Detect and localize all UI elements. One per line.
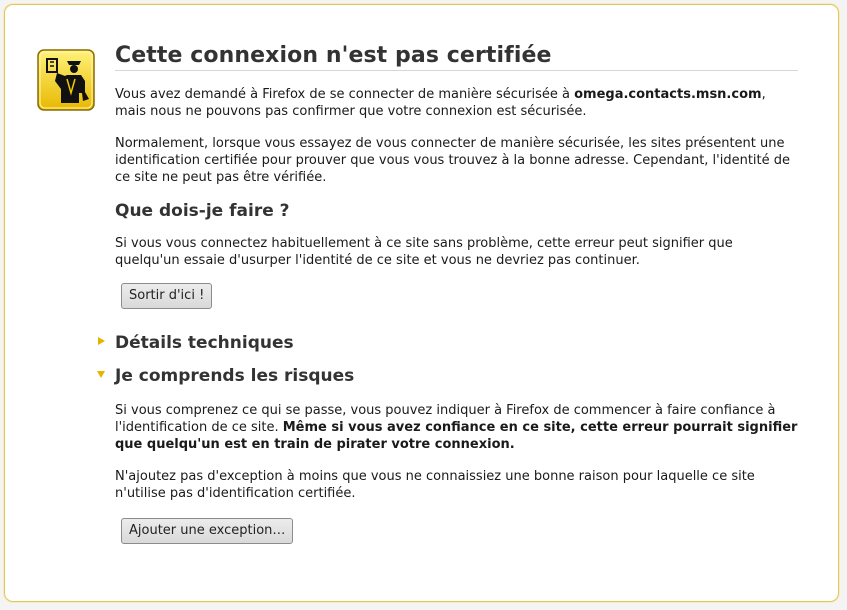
get-me-out-button[interactable]: Sortir d'ici ! [121, 283, 213, 309]
what-to-do-text: Si vous vous connectez habituellement à … [115, 236, 733, 268]
risks-text: Si vous comprenez ce qui se passe, vous … [115, 402, 798, 453]
page-title: Cette connexion n'est pas certifiée [115, 43, 798, 71]
technical-details-heading[interactable]: Détails techniques [115, 333, 798, 353]
understand-risks-heading[interactable]: Je comprends les risques [115, 366, 798, 386]
error-content: Cette connexion n'est pas certifiée Vous… [97, 43, 798, 544]
what-to-do-heading: Que dois-je faire ? [115, 201, 290, 221]
intro-text: Vous avez demandé à Firefox de se connec… [115, 86, 798, 120]
add-exception-button[interactable]: Ajouter une exception… [121, 518, 294, 544]
host-name: omega.contacts.msn.com [574, 87, 762, 102]
intro-text-start: Vous avez demandé à Firefox de se connec… [115, 87, 575, 102]
security-officer-icon [37, 49, 95, 111]
understand-risks-expander[interactable]: Je comprends les risques [97, 366, 798, 386]
triangle-right-icon[interactable] [98, 337, 105, 345]
exception-advice-text: N'ajoutez pas d'exception à moins que vo… [115, 469, 755, 501]
triangle-down-icon[interactable] [97, 371, 105, 378]
technical-details-expander[interactable]: Détails techniques [98, 333, 798, 353]
error-page-container: Cette connexion n'est pas certifiée Vous… [4, 4, 839, 602]
add-exception-row: Ajouter une exception… [121, 518, 798, 544]
leave-button-row: Sortir d'ici ! [121, 283, 798, 309]
explanation-text: Normalement, lorsque vous essayez de vou… [115, 136, 791, 185]
